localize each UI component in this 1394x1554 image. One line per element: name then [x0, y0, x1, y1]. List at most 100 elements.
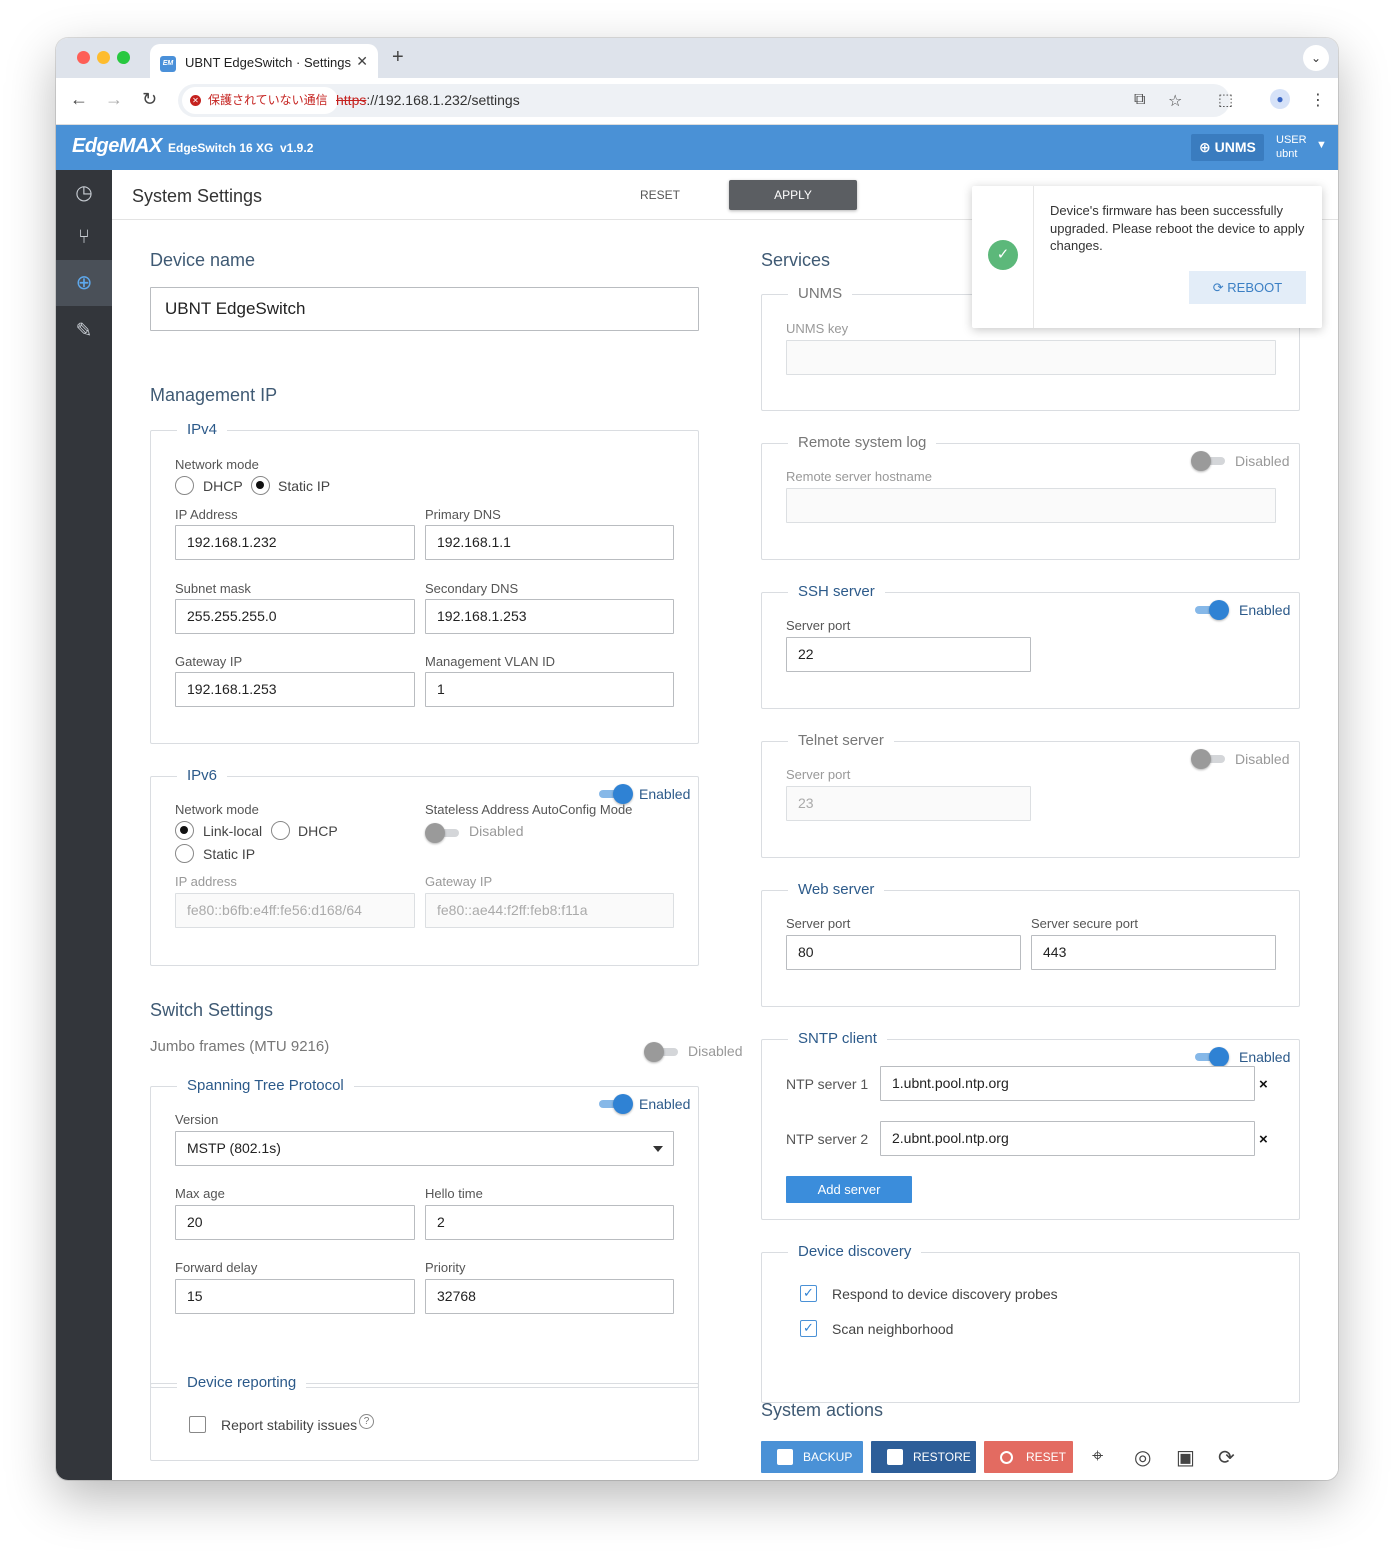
priority-label: Priority [425, 1260, 466, 1275]
unms-key-input[interactable] [786, 340, 1276, 375]
ipv6-toggle[interactable] [599, 784, 633, 804]
unms-plus-icon: ⊕ [1199, 139, 1215, 155]
ipv4-static-radio[interactable] [251, 476, 270, 495]
apply-button[interactable]: APPLY [729, 180, 857, 210]
tools-icon[interactable]: ✎ [56, 308, 112, 354]
ipv6-dhcp-radio[interactable] [271, 821, 290, 840]
settings-globe-icon[interactable]: ⊕ [56, 260, 112, 306]
browser-tab[interactable]: EM UBNT EdgeSwitch · Settings ✕ [150, 44, 378, 78]
support-icon[interactable]: ◎ [1134, 1445, 1151, 1470]
ssh-port-input[interactable]: 22 [786, 637, 1031, 672]
dashboard-icon[interactable]: ◷ [56, 170, 112, 216]
bookmark-star-icon[interactable]: ☆ [1168, 91, 1182, 111]
close-tab-icon[interactable]: ✕ [356, 53, 368, 70]
url-path: ://192.168.1.232/settings [366, 92, 520, 108]
max-age-input[interactable]: 20 [175, 1205, 415, 1240]
stp-toggle[interactable] [599, 1094, 633, 1114]
secondary-dns-label: Secondary DNS [425, 581, 519, 596]
backup-button[interactable]: BACKUP [761, 1441, 863, 1473]
security-chip[interactable]: ✕ 保護されていない通信 [182, 87, 338, 114]
report-stability-checkbox[interactable] [189, 1416, 206, 1433]
close-window-button[interactable] [77, 51, 90, 64]
address-bar[interactable]: ✕ 保護されていない通信 https://192.168.1.232/setti… [178, 84, 1230, 117]
forward-delay-input[interactable]: 15 [175, 1279, 415, 1314]
subnet-mask-label: Subnet mask [175, 581, 251, 596]
ntp-server-2-input[interactable]: 2.ubnt.pool.ntp.org [880, 1121, 1255, 1156]
back-icon[interactable]: ← [70, 89, 88, 110]
forward-icon[interactable]: → [105, 89, 123, 110]
warning-icon: ✕ [190, 95, 201, 106]
ip-address-input[interactable]: 192.168.1.232 [175, 525, 415, 560]
device-name-input[interactable]: UBNT EdgeSwitch [150, 287, 699, 331]
hello-time-label: Hello time [425, 1186, 483, 1201]
scan-neighborhood-checkbox[interactable]: ✓ [800, 1320, 817, 1337]
locate-icon[interactable]: ⌖ [1092, 1445, 1103, 1468]
ntp-server-1-input[interactable]: 1.ubnt.pool.ntp.org [880, 1066, 1255, 1101]
primary-dns-label: Primary DNS [425, 507, 501, 522]
sntp-toggle[interactable] [1195, 1047, 1229, 1067]
ssh-toggle-label: Enabled [1239, 602, 1291, 618]
remove-ntp-2-icon[interactable]: × [1259, 1131, 1268, 1148]
browser-toolbar: ← → ↻ ✕ 保護されていない通信 https://192.168.1.232… [56, 78, 1338, 125]
stp-version-select[interactable]: MSTP (802.1s) [175, 1131, 674, 1166]
restore-button[interactable]: RESTORE [871, 1441, 976, 1473]
secondary-dns-input[interactable]: 192.168.1.253 [425, 599, 674, 634]
web-port-input[interactable]: 80 [786, 935, 1021, 970]
priority-input[interactable]: 32768 [425, 1279, 674, 1314]
tab-search-icon[interactable]: ⌄ [1303, 45, 1329, 71]
telnet-toggle[interactable] [1191, 749, 1225, 769]
management-vlan-input[interactable]: 1 [425, 672, 674, 707]
gateway-ip-input[interactable]: 192.168.1.253 [175, 672, 415, 707]
unms-button[interactable]: ⊕ UNMS [1191, 134, 1264, 161]
web-secure-port-input[interactable]: 443 [1031, 935, 1276, 970]
extensions-icon[interactable]: ⬚ [1218, 90, 1233, 110]
ipv6-linklocal-radio[interactable] [175, 821, 194, 840]
primary-dns-input[interactable]: 192.168.1.1 [425, 525, 674, 560]
ipv4-dhcp-radio[interactable] [175, 476, 194, 495]
hello-time-input[interactable]: 2 [425, 1205, 674, 1240]
telnet-port-input[interactable]: 23 [786, 786, 1031, 821]
ipv6-linklocal-label: Link-local [203, 823, 263, 839]
menu-kebab-icon[interactable]: ⋮ [1310, 90, 1326, 110]
reload-icon[interactable]: ↻ [142, 89, 157, 110]
browser-tab-bar: EM UBNT EdgeSwitch · Settings ✕ + ⌄ [56, 38, 1338, 78]
remove-ntp-1-icon[interactable]: × [1259, 1076, 1268, 1093]
reboot-icon[interactable]: ⟳ [1218, 1445, 1235, 1470]
scan-neighborhood-label: Scan neighborhood [832, 1321, 954, 1337]
subnet-mask-input[interactable]: 255.255.255.0 [175, 599, 415, 634]
ssh-fieldset: SSH server Enabled Server port 22 [761, 583, 1300, 709]
toast-reboot-button[interactable]: ⟳ REBOOT [1189, 271, 1306, 304]
ipv6-fieldset: IPv6 Enabled Network mode Link-local DHC… [150, 767, 699, 966]
ipv6-static-radio[interactable] [175, 844, 194, 863]
jumbo-frames-toggle[interactable] [644, 1042, 678, 1062]
ntp-server-1-label: NTP server 1 [786, 1076, 869, 1092]
security-chip-label: 保護されていない通信 [208, 93, 328, 107]
remote-syslog-toggle[interactable] [1191, 451, 1225, 471]
respond-probes-checkbox[interactable]: ✓ [800, 1285, 817, 1302]
unms-label: UNMS [1214, 139, 1256, 155]
user-caret-icon[interactable]: ▼ [1316, 139, 1327, 151]
add-server-button[interactable]: Add server [786, 1176, 912, 1203]
ssh-toggle[interactable] [1195, 600, 1229, 620]
chip-icon[interactable]: ▣ [1176, 1445, 1195, 1470]
minimize-window-button[interactable] [97, 51, 110, 64]
reset-button[interactable]: RESET [640, 188, 680, 202]
new-tab-button[interactable]: + [392, 46, 404, 69]
device-model: EdgeSwitch 16 XG [168, 141, 274, 155]
profile-avatar-icon[interactable]: ● [1270, 89, 1290, 109]
topology-icon[interactable]: ⑂ [56, 214, 112, 260]
url-text[interactable]: https://192.168.1.232/settings [336, 92, 520, 108]
slaac-toggle[interactable] [425, 823, 459, 843]
system-reset-button[interactable]: RESET [984, 1441, 1073, 1473]
zoom-window-button[interactable] [117, 51, 130, 64]
web-server-legend: Web server [788, 881, 885, 898]
translate-icon[interactable]: ⧉ [1134, 91, 1145, 109]
remote-syslog-toggle-label: Disabled [1235, 453, 1290, 469]
user-menu[interactable]: USER ubnt [1276, 133, 1307, 161]
help-icon[interactable]: ? [359, 1414, 374, 1429]
telnet-fieldset: Telnet server Disabled Server port 23 [761, 732, 1300, 858]
stp-fieldset: Spanning Tree Protocol Enabled Version M… [150, 1077, 699, 1388]
remote-host-input[interactable] [786, 488, 1276, 523]
ipv6-gateway-input[interactable]: fe80::ae44:f2ff:feb8:f11a [425, 893, 674, 928]
ipv6-ip-input[interactable]: fe80::b6fb:e4ff:fe56:d168/64 [175, 893, 415, 928]
